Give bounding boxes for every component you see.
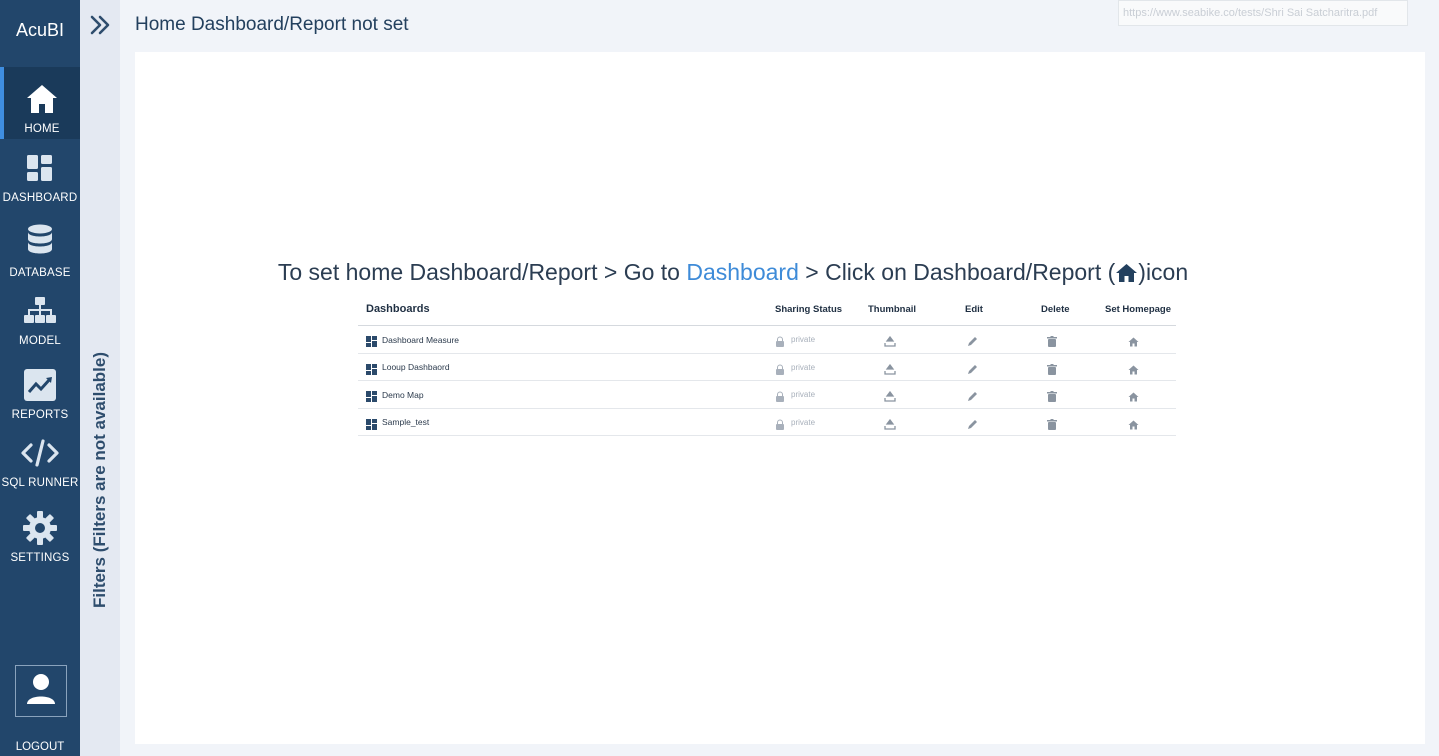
sidebar: AcuBI HOME DASHBOARD DATABASE MODEL REPO… xyxy=(0,0,80,756)
dashboard-name: Demo Map xyxy=(382,389,424,400)
dashboard-icon xyxy=(20,148,60,188)
dashboard-icon xyxy=(366,389,377,402)
pencil-icon[interactable] xyxy=(967,389,978,401)
pencil-icon[interactable] xyxy=(967,334,978,346)
database-icon xyxy=(20,219,60,263)
table-header: Dashboards Sharing Status Thumbnail Edit… xyxy=(358,298,1176,326)
nav-label-home: HOME xyxy=(24,123,60,135)
column-header-homepage: Set Homepage xyxy=(1105,304,1171,315)
nav-item-database[interactable]: DATABASE xyxy=(0,219,80,279)
thumbnail-upload-icon[interactable] xyxy=(884,417,896,430)
nav-label-database: DATABASE xyxy=(9,267,71,279)
lock-icon xyxy=(775,389,786,402)
table-row: Sample_test private xyxy=(358,409,1176,436)
instruction-text: To set home Dashboard/Report > Go to Das… xyxy=(135,259,1331,286)
table-row: Looup Dashbaord private xyxy=(358,354,1176,381)
home-icon xyxy=(22,79,62,119)
sharing-status: private xyxy=(791,390,816,399)
tooltip: https://www.seabike.co/tests/Shri Sai Sa… xyxy=(1118,0,1408,26)
nav-label-settings: SETTINGS xyxy=(10,552,70,564)
gear-icon xyxy=(20,508,60,548)
filter-panel-collapsed: Filters (Filters are not available) xyxy=(80,0,120,756)
nav-item-sql-runner[interactable]: SQL RUNNER xyxy=(0,433,80,489)
dashboard-icon xyxy=(366,417,377,430)
thumbnail-upload-icon[interactable] xyxy=(884,362,896,375)
main-panel: To set home Dashboard/Report > Go to Das… xyxy=(135,52,1425,744)
column-header-dashboards: Dashboards xyxy=(366,303,430,315)
thumbnail-upload-icon[interactable] xyxy=(884,389,896,402)
double-chevron-right-icon xyxy=(88,15,112,42)
dashboard-name: Sample_test xyxy=(382,417,430,427)
column-header-edit: Edit xyxy=(965,304,983,315)
dashboard-name: Dashboard Measure xyxy=(382,334,460,345)
nav-item-model[interactable]: MODEL xyxy=(0,291,80,347)
table-row: Demo Map private xyxy=(358,381,1176,409)
nav-label-reports: REPORTS xyxy=(11,409,69,421)
sharing-status: private xyxy=(791,362,816,372)
table-row: Dashboard Measure private xyxy=(358,326,1176,354)
instruction-suffix: )icon xyxy=(1138,259,1189,285)
pencil-icon[interactable] xyxy=(967,417,978,429)
chart-line-icon xyxy=(20,365,60,405)
nav-label-model: MODEL xyxy=(19,335,61,347)
lock-icon xyxy=(775,362,786,375)
nav-item-dashboard[interactable]: DASHBOARD xyxy=(0,148,80,204)
dashboard-name: Looup Dashbaord xyxy=(382,362,450,372)
trash-icon[interactable] xyxy=(1047,417,1058,430)
lock-icon xyxy=(775,334,786,347)
column-header-delete: Delete xyxy=(1041,304,1070,315)
sitemap-icon xyxy=(20,291,60,331)
nav-item-reports[interactable]: REPORTS xyxy=(0,365,80,421)
column-header-sharing: Sharing Status xyxy=(775,304,843,315)
code-icon xyxy=(20,433,60,473)
page-title: Home Dashboard/Report not set xyxy=(135,14,409,35)
lock-icon xyxy=(775,417,786,430)
nav-label-dashboard: DASHBOARD xyxy=(2,192,78,204)
dashboard-icon xyxy=(366,334,377,347)
dashboard-link[interactable]: Dashboard xyxy=(686,259,799,285)
home-icon[interactable] xyxy=(1128,362,1139,374)
nav-item-settings[interactable]: SETTINGS xyxy=(0,508,80,564)
home-icon[interactable] xyxy=(1128,417,1139,429)
home-icon[interactable] xyxy=(1128,389,1139,402)
sample-dashboards-table: Dashboards Sharing Status Thumbnail Edit… xyxy=(358,298,1176,436)
trash-icon[interactable] xyxy=(1047,362,1058,375)
column-header-thumbnail: Thumbnail xyxy=(868,304,917,315)
filters-label: Filters (Filters are not available) xyxy=(90,351,109,609)
dashboard-icon xyxy=(366,362,377,375)
logout-button[interactable]: LOGOUT xyxy=(0,741,80,753)
brand-logo: AcuBI xyxy=(15,19,65,40)
user-icon xyxy=(26,672,56,711)
sharing-status: private xyxy=(791,335,816,344)
pencil-icon[interactable] xyxy=(967,362,978,374)
instruction-middle: > Click on Dashboard/Report ( xyxy=(798,259,1116,285)
sharing-status: private xyxy=(791,417,816,427)
nav-label-sql-runner: SQL RUNNER xyxy=(1,477,79,489)
trash-icon[interactable] xyxy=(1047,389,1058,402)
user-avatar-button[interactable] xyxy=(15,665,67,717)
trash-icon[interactable] xyxy=(1047,334,1058,347)
instruction-prefix: To set home Dashboard/Report > Go to xyxy=(277,259,687,285)
nav-item-home[interactable]: HOME xyxy=(0,67,80,139)
expand-filters-button[interactable] xyxy=(88,12,112,38)
home-icon[interactable] xyxy=(1128,334,1139,347)
home-icon xyxy=(1115,262,1138,282)
thumbnail-upload-icon[interactable] xyxy=(884,334,896,347)
